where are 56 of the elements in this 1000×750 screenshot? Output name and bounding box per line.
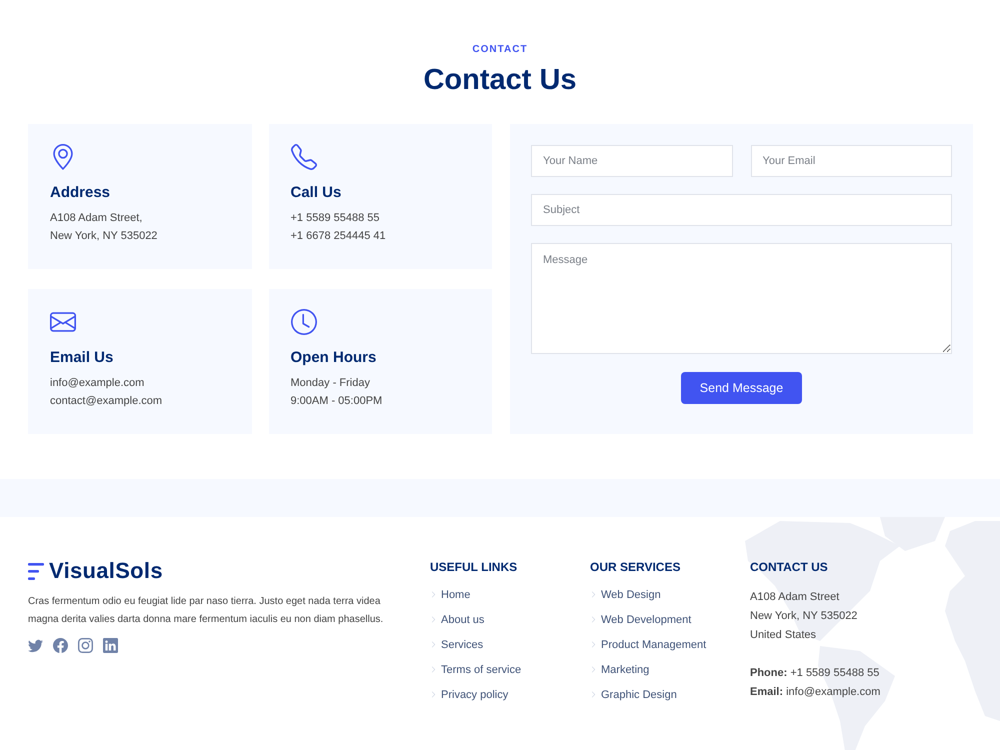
twitter-icon[interactable] — [28, 638, 43, 653]
chevron-icon — [590, 591, 597, 598]
footer-link[interactable]: About us — [441, 612, 484, 626]
footer-email: Email: info@example.com — [750, 685, 882, 700]
chevron-icon — [430, 591, 437, 598]
chevron-icon — [430, 616, 437, 623]
card-text: 9:00AM - 05:00PM — [290, 394, 384, 409]
message-field[interactable]: Message — [531, 243, 952, 354]
card-text: New York, NY 535022 — [50, 229, 158, 244]
footer-heading: OUR SERVICES — [590, 559, 682, 575]
send-message-button[interactable]: Send Message — [681, 372, 802, 404]
card-title: Address — [50, 183, 112, 203]
brand-logo[interactable]: VisualSols — [49, 559, 163, 583]
linkedin-icon[interactable] — [103, 638, 118, 653]
footer-phone: Phone: +1 5589 55488 55 — [750, 666, 880, 681]
subject-field[interactable]: Subject — [531, 194, 952, 226]
footer-link[interactable]: Home — [441, 588, 470, 602]
footer-address-line: A108 Adam Street — [750, 590, 840, 605]
chevron-icon — [590, 616, 597, 623]
section-eyebrow: CONTACT — [472, 44, 528, 56]
footer-link[interactable]: Marketing — [601, 662, 650, 676]
footer-address-line: New York, NY 535022 — [750, 609, 858, 624]
card-text: info@example.com — [50, 376, 146, 391]
chevron-icon — [590, 691, 597, 698]
footer-link[interactable]: Privacy policy — [441, 688, 508, 702]
footer-heading: CONTACT US — [750, 559, 829, 575]
card-text: +1 5589 55488 55 — [290, 211, 381, 226]
card-text: Monday - Friday — [290, 376, 371, 391]
chevron-icon — [430, 666, 437, 673]
footer-link[interactable]: Graphic Design — [601, 688, 677, 702]
logo-bars-icon — [28, 562, 44, 580]
footer-link[interactable]: Web Design — [601, 588, 661, 602]
footer-link[interactable]: Services — [441, 638, 484, 652]
footer-address-line: United States — [750, 628, 818, 643]
card-text: contact@example.com — [50, 394, 164, 409]
card-text: A108 Adam Street, — [50, 211, 144, 226]
chevron-icon — [590, 641, 597, 648]
footer-heading: USEFUL LINKS — [430, 559, 518, 575]
facebook-icon[interactable] — [53, 638, 68, 653]
card-title: Open Hours — [290, 348, 378, 368]
footer-link[interactable]: Web Development — [601, 612, 692, 626]
chevron-icon — [590, 666, 597, 673]
email-field[interactable]: Your Email — [750, 145, 952, 177]
name-field[interactable]: Your Name — [531, 145, 732, 177]
card-text: +1 6678 254445 41 — [290, 229, 387, 244]
footer-description: Cras fermentum odio eu feugiat lide par naso tierra. Justo eget nada terra videa magna derita valies darta donna mare fermentum iaculis eu non diam phasellus. — [28, 595, 384, 627]
chevron-icon — [430, 691, 437, 698]
phone-icon — [290, 144, 316, 170]
footer-link[interactable]: Product Management — [601, 638, 706, 652]
section-title: Contact Us — [423, 63, 577, 98]
clock-icon — [290, 309, 316, 335]
footer-link[interactable]: Terms of service — [441, 662, 522, 676]
card-title: Email Us — [50, 348, 114, 368]
card-title: Call Us — [290, 183, 342, 203]
instagram-icon[interactable] — [78, 638, 93, 653]
chevron-icon — [430, 641, 437, 648]
